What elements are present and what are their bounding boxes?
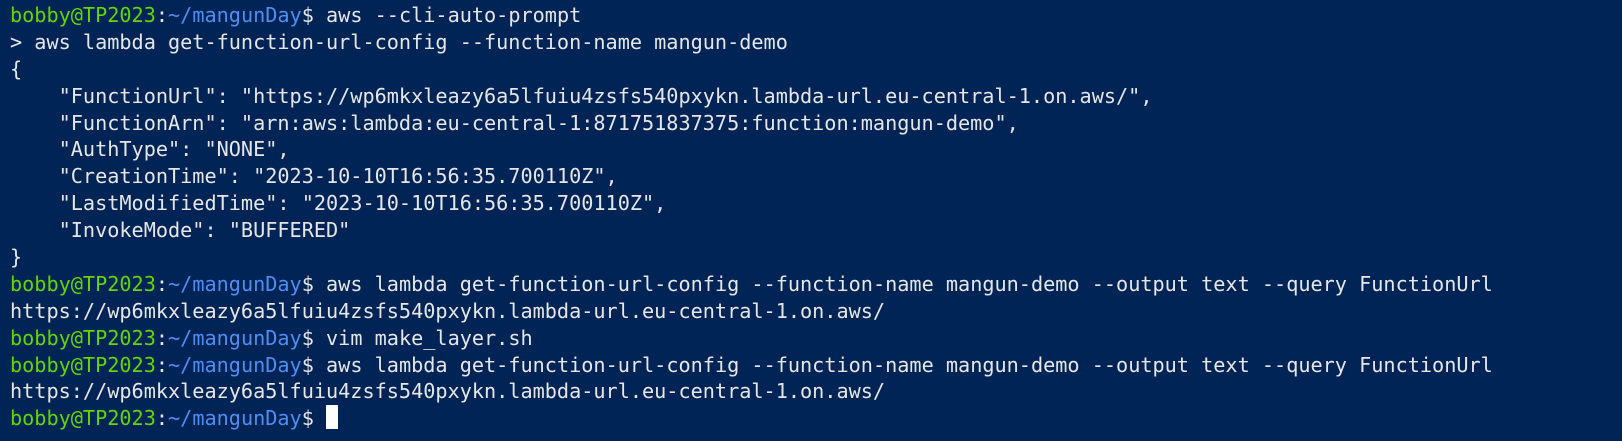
output-text: > aws lambda get-function-url-config --f… — [10, 29, 788, 54]
output-text: "AuthType": "NONE", — [10, 137, 290, 162]
output-line: "FunctionUrl": "https://wp6mkxleazy6a5lf… — [10, 83, 1622, 110]
output-line: { — [10, 56, 1622, 83]
prompt-user-host: bobby@TP2023 — [10, 352, 156, 377]
output-line: https://wp6mkxleazy6a5lfuiu4zsfs540pxykn… — [10, 298, 1622, 325]
prompt-path: ~/mangunDay — [168, 271, 302, 296]
command-text: aws --cli-auto-prompt — [326, 3, 582, 27]
output-text: "InvokeMode": "BUFFERED" — [10, 218, 351, 243]
prompt-user-host: bobby@TP2023 — [10, 406, 156, 431]
prompt-line: bobby@TP2023:~/mangunDay$ vim make_layer… — [10, 325, 1622, 352]
output-text: "FunctionArn": "arn:aws:lambda:eu-centra… — [10, 110, 1019, 135]
prompt-separator: : — [155, 325, 169, 350]
terminal-window[interactable]: bobby@TP2023:~/mangunDay$ aws --cli-auto… — [0, 0, 1622, 441]
output-text: { — [10, 56, 23, 81]
prompt-path: ~/mangunDay — [168, 325, 302, 350]
prompt-separator: : — [155, 3, 169, 27]
prompt-symbol: $ — [301, 3, 327, 27]
prompt-symbol: $ — [301, 352, 327, 377]
output-text: https://wp6mkxleazy6a5lfuiu4zsfs540pxykn… — [10, 298, 886, 323]
prompt-path: ~/mangunDay — [168, 3, 302, 27]
output-line: https://wp6mkxleazy6a5lfuiu4zsfs540pxykn… — [10, 378, 1622, 405]
output-line: "CreationTime": "2023-10-10T16:56:35.700… — [10, 163, 1622, 190]
output-text: } — [10, 245, 23, 270]
prompt-line: bobby@TP2023:~/mangunDay$ aws lambda get… — [10, 352, 1622, 379]
output-text: "LastModifiedTime": "2023-10-10T16:56:35… — [10, 191, 667, 216]
prompt-path: ~/mangunDay — [168, 406, 302, 431]
command-text: aws lambda get-function-url-config --fun… — [326, 352, 1493, 377]
prompt-line: bobby@TP2023:~/mangunDay$ aws lambda get… — [10, 271, 1622, 298]
output-text: "CreationTime": "2023-10-10T16:56:35.700… — [10, 164, 618, 189]
prompt-line: bobby@TP2023:~/mangunDay$ — [10, 405, 1622, 432]
output-line: "InvokeMode": "BUFFERED" — [10, 217, 1622, 244]
prompt-symbol: $ — [301, 325, 327, 350]
output-text: https://wp6mkxleazy6a5lfuiu4zsfs540pxykn… — [10, 379, 886, 404]
command-text: aws lambda get-function-url-config --fun… — [326, 271, 1493, 296]
prompt-separator: : — [155, 271, 169, 296]
output-line: > aws lambda get-function-url-config --f… — [10, 29, 1622, 56]
output-line: "LastModifiedTime": "2023-10-10T16:56:35… — [10, 190, 1622, 217]
prompt-user-host: bobby@TP2023 — [10, 271, 156, 296]
prompt-user-host: bobby@TP2023 — [10, 325, 156, 350]
prompt-line: bobby@TP2023:~/mangunDay$ aws --cli-auto… — [10, 2, 1622, 29]
prompt-separator: : — [155, 352, 169, 377]
command-text: vim make_layer.sh — [326, 325, 533, 350]
output-line: "AuthType": "NONE", — [10, 136, 1622, 163]
prompt-user-host: bobby@TP2023 — [10, 3, 156, 27]
output-line: } — [10, 244, 1622, 271]
output-text: "FunctionUrl": "https://wp6mkxleazy6a5lf… — [10, 83, 1153, 108]
prompt-symbol: $ — [301, 406, 327, 431]
output-line: "FunctionArn": "arn:aws:lambda:eu-centra… — [10, 110, 1622, 137]
prompt-separator: : — [155, 406, 169, 431]
prompt-path: ~/mangunDay — [168, 352, 302, 377]
text-cursor[interactable] — [326, 405, 339, 430]
prompt-symbol: $ — [301, 271, 327, 296]
